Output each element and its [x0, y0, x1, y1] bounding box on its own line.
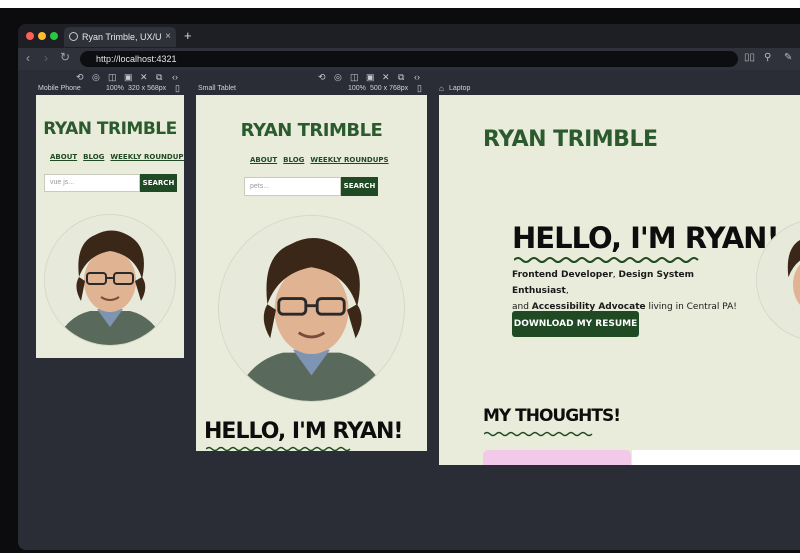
rotate-icon[interactable]: ⟲: [318, 72, 326, 83]
settings-icon[interactable]: ◎: [334, 72, 342, 83]
laptop-viewport: RYAN TRIMBLE HELLO, I'M RYAN! Frontend D…: [439, 95, 800, 465]
tools-icon[interactable]: ✕: [140, 72, 148, 83]
address-bar[interactable]: http://localhost:4321: [80, 51, 738, 67]
image-icon[interactable]: ▣: [124, 72, 133, 83]
tab-bar: Ryan Trimble, UX/UI Designer × +: [18, 24, 800, 48]
new-tab-button[interactable]: +: [184, 28, 192, 43]
inspect-icon[interactable]: ⧉: [156, 72, 162, 83]
mobile-phone-viewport: RYAN TRIMBLE ABOUT BLOG WEEKLY ROUNDUPS vu…: [36, 95, 184, 358]
code-icon[interactable]: ‹›: [172, 72, 178, 82]
nav-link-blog[interactable]: BLOG: [283, 156, 304, 164]
navigation-bar: ‹ › ↻ http://localhost:4321 ▯▯ ⚲ ✎: [18, 48, 800, 70]
inspect-icon[interactable]: ⧉: [398, 72, 404, 83]
avatar-photo: [44, 214, 176, 346]
profile-icon[interactable]: ⚲: [764, 52, 771, 63]
search-button[interactable]: SEARCH: [341, 177, 378, 196]
screenshot-icon[interactable]: ◫: [350, 72, 359, 83]
site-title[interactable]: RYAN TRIMBLE: [483, 127, 658, 152]
device-name-laptop: Laptop: [449, 85, 471, 92]
nav-link-weekly-roundups[interactable]: WEEKLY ROUNDUPS: [310, 156, 388, 164]
device-size-mobile: 320 x 568px: [128, 85, 167, 92]
device-zoom-tablet: 100%: [348, 85, 366, 92]
heading-squiggle: [206, 446, 351, 451]
heading-squiggle: [484, 431, 593, 437]
rotate-icon[interactable]: ⟲: [76, 72, 84, 83]
edit-icon[interactable]: ✎: [784, 52, 792, 63]
screenshot-icon[interactable]: ◫: [108, 72, 117, 83]
thought-card[interactable]: [483, 450, 631, 465]
settings-icon[interactable]: ◎: [92, 72, 100, 83]
search-button[interactable]: SEARCH: [140, 174, 177, 192]
site-nav: ABOUT BLOG WEEKLY ROUNDUPS: [250, 156, 395, 164]
device-size-tablet: 500 x 768px: [370, 85, 409, 92]
nav-link-about[interactable]: ABOUT: [250, 156, 277, 164]
globe-icon: [69, 32, 78, 41]
search-input[interactable]: vue js...: [44, 174, 140, 192]
download-resume-button[interactable]: DOWNLOAD MY RESUME: [512, 311, 639, 337]
hero-heading: HELLO, I'M RYAN!: [512, 221, 780, 255]
maximize-window-button[interactable]: [50, 32, 58, 40]
avatar-photo: [218, 215, 405, 402]
tab-close-icon[interactable]: ×: [165, 27, 171, 47]
device-name-mobile: Mobile Phone: [38, 85, 81, 92]
device-type-icon[interactable]: ▯: [417, 83, 422, 94]
device-name-tablet: Small Tablet: [198, 85, 237, 92]
reader-icon[interactable]: ▯▯: [744, 52, 755, 63]
nav-link-blog[interactable]: BLOG: [83, 153, 104, 161]
device-type-icon[interactable]: ▯: [175, 83, 180, 94]
small-tablet-viewport: RYAN TRIMBLE ABOUT BLOG WEEKLY ROUNDUPS pe…: [196, 95, 427, 451]
tools-icon[interactable]: ✕: [382, 72, 390, 83]
close-window-button[interactable]: [26, 32, 34, 40]
image-icon[interactable]: ▣: [366, 72, 375, 83]
nav-link-weekly-roundups[interactable]: WEEKLY ROUNDUPS: [110, 153, 184, 161]
tab-title: Ryan Trimble, UX/UI Designer: [82, 32, 162, 42]
nav-link-about[interactable]: ABOUT: [50, 153, 77, 161]
heading-squiggle: [514, 257, 699, 263]
intro-text: Frontend Developer, Design System Enthus…: [512, 270, 737, 312]
reload-icon[interactable]: ↻: [60, 50, 70, 64]
browser-tab[interactable]: Ryan Trimble, UX/UI Designer ×: [64, 27, 176, 47]
site-title[interactable]: RYAN TRIMBLE: [196, 120, 427, 141]
thought-card[interactable]: [632, 450, 800, 465]
site-nav: ABOUT BLOG WEEKLY ROUNDUPS: [50, 153, 184, 161]
site-title[interactable]: RYAN TRIMBLE: [36, 119, 184, 139]
browser-window: Ryan Trimble, UX/UI Designer × + ‹ › ↻ h…: [18, 24, 800, 550]
back-icon[interactable]: ‹: [26, 51, 30, 65]
forward-icon[interactable]: ›: [44, 51, 48, 65]
code-icon[interactable]: ‹›: [414, 72, 420, 82]
hero-heading: HELLO, I'M RYAN!: [204, 419, 403, 444]
thoughts-heading: MY THOUGHTS!: [483, 406, 621, 426]
device-zoom-mobile: 100%: [106, 85, 124, 92]
search-input[interactable]: pets...: [244, 177, 341, 196]
minimize-window-button[interactable]: [38, 32, 46, 40]
laptop-icon: ⌂: [439, 84, 444, 93]
